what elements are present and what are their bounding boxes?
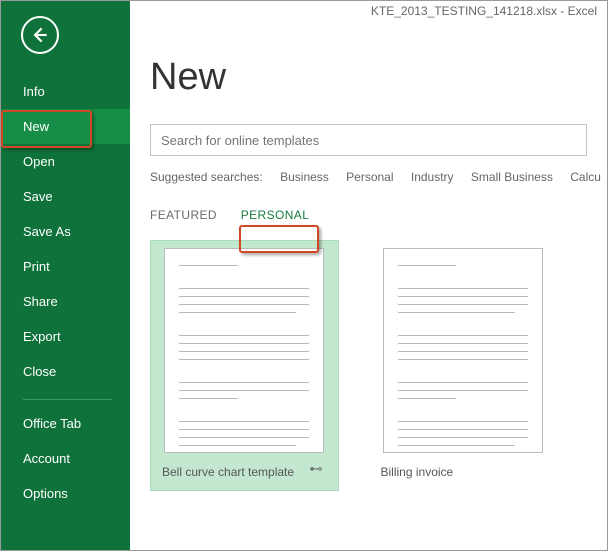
window-title: KTE_2013_TESTING_141218.xlsx - Excel xyxy=(371,4,597,18)
suggested-row: Suggested searches: Business Personal In… xyxy=(150,170,587,184)
nav-office-tab[interactable]: Office Tab xyxy=(1,406,130,441)
search-input[interactable] xyxy=(150,124,587,156)
sug-calculator[interactable]: Calcu xyxy=(570,170,601,184)
sug-small-business[interactable]: Small Business xyxy=(471,170,553,184)
nav-account[interactable]: Account xyxy=(1,441,130,476)
sug-personal[interactable]: Personal xyxy=(346,170,393,184)
nav-save[interactable]: Save xyxy=(1,179,130,214)
nav-new[interactable]: New xyxy=(1,109,130,144)
sug-business[interactable]: Business xyxy=(280,170,329,184)
nav-open[interactable]: Open xyxy=(1,144,130,179)
template-caption: Billing invoice xyxy=(377,465,550,479)
template-caption: Bell curve chart template xyxy=(158,465,331,479)
main-area: KTE_2013_TESTING_141218.xlsx - Excel New… xyxy=(130,1,607,550)
nav-close[interactable]: Close xyxy=(1,354,130,389)
nav-info[interactable]: Info xyxy=(1,74,130,109)
nav-options[interactable]: Options xyxy=(1,476,130,511)
pin-icon[interactable]: ⊷ xyxy=(310,461,323,477)
arrow-left-icon xyxy=(30,25,50,45)
nav-export[interactable]: Export xyxy=(1,319,130,354)
backstage-sidebar: Info New Open Save Save As Print Share E… xyxy=(1,1,130,550)
page-heading: New xyxy=(150,56,587,99)
template-tabs: FEATURED PERSONAL xyxy=(150,208,587,222)
nav-save-as[interactable]: Save As xyxy=(1,214,130,249)
nav-share[interactable]: Share xyxy=(1,284,130,319)
tab-personal[interactable]: PERSONAL xyxy=(241,208,310,222)
suggested-label: Suggested searches: xyxy=(150,170,263,184)
tab-featured[interactable]: FEATURED xyxy=(150,208,217,222)
template-bell-curve[interactable]: Bell curve chart template ⊷ xyxy=(150,240,339,491)
template-thumb xyxy=(383,248,543,453)
template-thumb xyxy=(164,248,324,453)
template-billing-invoice[interactable]: Billing invoice xyxy=(369,240,558,491)
template-grid: Bell curve chart template ⊷ Billing invo… xyxy=(150,240,587,491)
sug-industry[interactable]: Industry xyxy=(411,170,454,184)
back-button[interactable] xyxy=(21,16,59,54)
nav-separator xyxy=(23,399,112,400)
nav-print[interactable]: Print xyxy=(1,249,130,284)
